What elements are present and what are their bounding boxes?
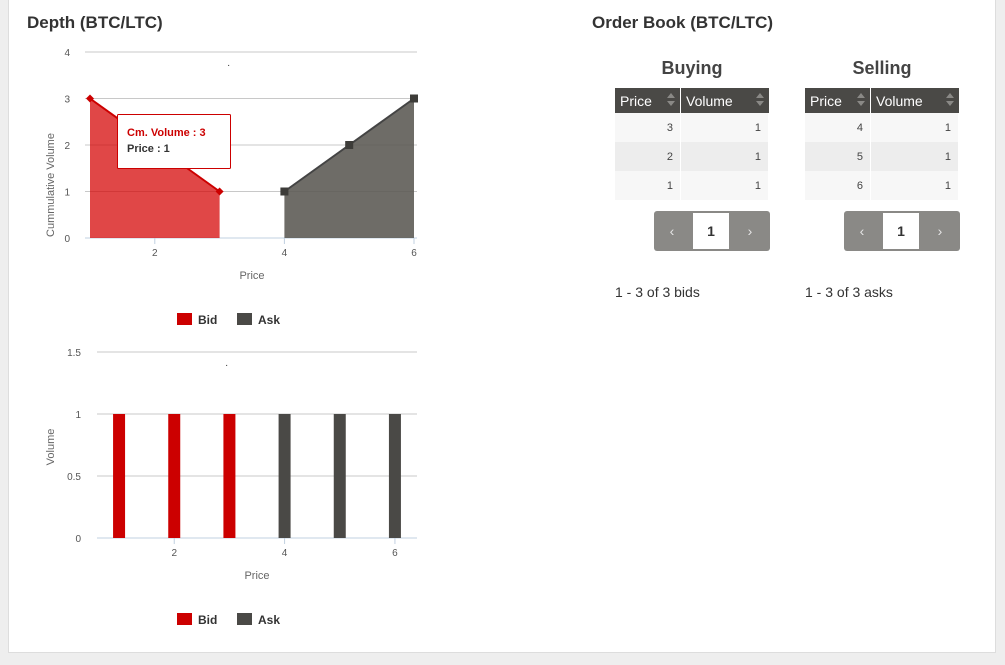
table-row: 51 <box>805 142 959 171</box>
legend-bid-swatch <box>177 613 192 625</box>
table-row: 11 <box>615 171 769 200</box>
legend-ask[interactable]: Ask <box>237 313 280 327</box>
x-tick-label: 6 <box>392 548 398 559</box>
table-row: 41 <box>805 113 959 142</box>
legend-bid[interactable]: Bid <box>177 613 217 627</box>
depth-x-ticks: 2 4 6 <box>152 238 417 259</box>
tooltip-price: Price : 1 <box>127 143 170 155</box>
legend-bid-label: Bid <box>198 313 217 327</box>
data-point-ask[interactable] <box>410 94 418 103</box>
sort-icon <box>857 93 865 107</box>
prev-page-button[interactable]: ‹ <box>844 211 880 251</box>
current-page-button[interactable]: 1 <box>692 212 730 250</box>
series-area-ask <box>284 98 414 238</box>
legend-bid-label: Bid <box>198 613 217 627</box>
price-cell: 2 <box>615 142 681 171</box>
depth-y-axis-label: Cummulative Volume <box>45 133 57 237</box>
x-tick-label: 2 <box>171 548 177 559</box>
selling-title: Selling <box>852 58 912 78</box>
current-page-button[interactable]: 1 <box>882 212 920 250</box>
x-tick-label: 6 <box>411 248 417 259</box>
volume-y-ticks: 0 0.5 1 1.5 <box>67 348 81 545</box>
bar-ask[interactable] <box>333 414 346 538</box>
volume-cell: 1 <box>870 142 959 171</box>
y-tick-label: 0.5 <box>67 472 81 483</box>
selling-table: Price Volume 41 51 61 <box>805 88 959 200</box>
volume-cell: 1 <box>870 171 959 200</box>
volume-x-axis-label: Price <box>244 570 269 582</box>
sort-icon <box>945 93 954 107</box>
legend-ask-swatch <box>237 313 252 325</box>
x-tick-label: 4 <box>282 548 288 559</box>
data-point-ask[interactable] <box>280 187 289 196</box>
y-tick-label: 1 <box>75 410 81 421</box>
bar-bid[interactable] <box>223 414 236 538</box>
next-page-button[interactable]: › <box>732 211 768 251</box>
buying-count: 1 - 3 of 3 bids <box>615 284 700 300</box>
price-cell: 4 <box>805 113 871 142</box>
column-header-volume[interactable]: Volume <box>680 88 769 113</box>
bar-ask[interactable] <box>388 414 401 538</box>
buying-table: Price Volume 31 21 11 <box>615 88 769 200</box>
next-page-button[interactable]: › <box>922 211 958 251</box>
depth-x-axis-label: Price <box>239 270 264 282</box>
table-row: 21 <box>615 142 769 171</box>
legend-bid-swatch <box>177 313 192 325</box>
column-header-volume[interactable]: Volume <box>870 88 959 113</box>
column-header-price[interactable]: Price <box>615 88 681 113</box>
bar-bid[interactable] <box>168 414 181 538</box>
prev-page-button[interactable]: ‹ <box>654 211 690 251</box>
volume-cell: 1 <box>680 171 769 200</box>
legend-bid[interactable]: Bid <box>177 313 217 327</box>
depth-title: Depth (BTC/LTC) <box>27 13 163 32</box>
tooltip-volume: Cm. Volume : 3 <box>127 127 206 139</box>
price-cell: 6 <box>805 171 871 200</box>
legend-ask-swatch <box>237 613 252 625</box>
bar-bid[interactable] <box>113 414 126 538</box>
svg-text:·: · <box>227 60 230 71</box>
y-tick-label: 0 <box>75 534 81 545</box>
price-cell: 1 <box>615 171 681 200</box>
volume-grid <box>97 351 417 539</box>
table-header-row: Price Volume <box>805 88 959 113</box>
bar-ask[interactable] <box>278 414 291 538</box>
price-cell: 5 <box>805 142 871 171</box>
volume-cell: 1 <box>870 113 959 142</box>
volume-x-ticks: 2 4 6 <box>171 538 398 559</box>
selling-count: 1 - 3 of 3 asks <box>805 284 893 300</box>
depth-tooltip: Cm. Volume : 3 Price : 1 <box>117 114 231 169</box>
depth-y-ticks: 0 1 2 3 4 <box>64 48 70 245</box>
data-point-ask[interactable] <box>345 141 354 149</box>
depth-legend: Bid Ask <box>177 313 280 327</box>
y-tick-label: 4 <box>64 48 70 59</box>
y-tick-label: 0 <box>64 234 70 245</box>
volume-chart: 0 0.5 1 1.5 2 4 6 Volume Price · Bid Ask <box>45 348 417 627</box>
x-tick-label: 4 <box>282 248 288 259</box>
volume-legend: Bid Ask <box>177 613 280 627</box>
table-row: 31 <box>615 113 769 142</box>
column-header-price[interactable]: Price <box>805 88 871 113</box>
legend-ask-label: Ask <box>258 313 280 327</box>
buying-title: Buying <box>661 58 723 78</box>
y-tick-label: 2 <box>64 141 70 152</box>
x-tick-label: 2 <box>152 248 158 259</box>
volume-cell: 1 <box>680 113 769 142</box>
table-row: 61 <box>805 171 959 200</box>
legend-ask[interactable]: Ask <box>237 613 280 627</box>
selling-pagination: ‹ 1 › <box>844 211 960 251</box>
sort-icon <box>667 93 675 107</box>
y-tick-label: 1.5 <box>67 348 81 359</box>
legend-ask-label: Ask <box>258 613 280 627</box>
volume-cell: 1 <box>680 142 769 171</box>
orderbook-title: Order Book (BTC/LTC) <box>592 13 774 32</box>
volume-y-axis-label: Volume <box>45 429 57 466</box>
svg-text:·: · <box>225 360 228 371</box>
buying-pagination: ‹ 1 › <box>654 211 770 251</box>
y-tick-label: 1 <box>64 188 70 199</box>
y-tick-label: 3 <box>64 95 70 106</box>
sort-icon <box>755 93 764 107</box>
price-cell: 3 <box>615 113 681 142</box>
table-header-row: Price Volume <box>615 88 769 113</box>
depth-chart: 0 1 2 3 4 2 4 6 Cummulative Volume Price · Cm.… <box>45 48 418 327</box>
